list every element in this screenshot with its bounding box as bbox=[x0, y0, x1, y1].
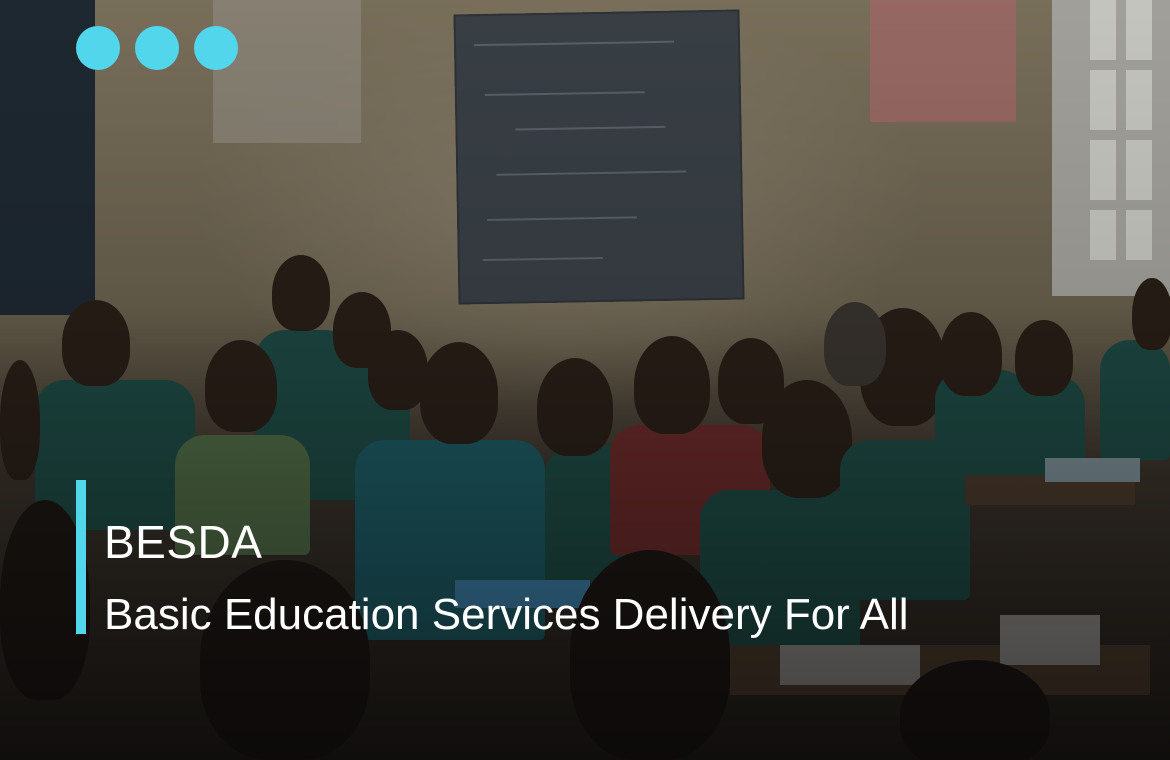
dot-icon bbox=[194, 26, 238, 70]
slide-subtitle: Basic Education Services Delivery For Al… bbox=[104, 590, 909, 639]
accent-bar bbox=[76, 480, 86, 634]
slide-title: BESDA bbox=[104, 516, 263, 568]
dot-icon bbox=[135, 26, 179, 70]
dark-overlay bbox=[0, 0, 1170, 760]
slide: BESDA Basic Education Services Delivery … bbox=[0, 0, 1170, 760]
decorative-dots bbox=[76, 26, 238, 70]
dot-icon bbox=[76, 26, 120, 70]
